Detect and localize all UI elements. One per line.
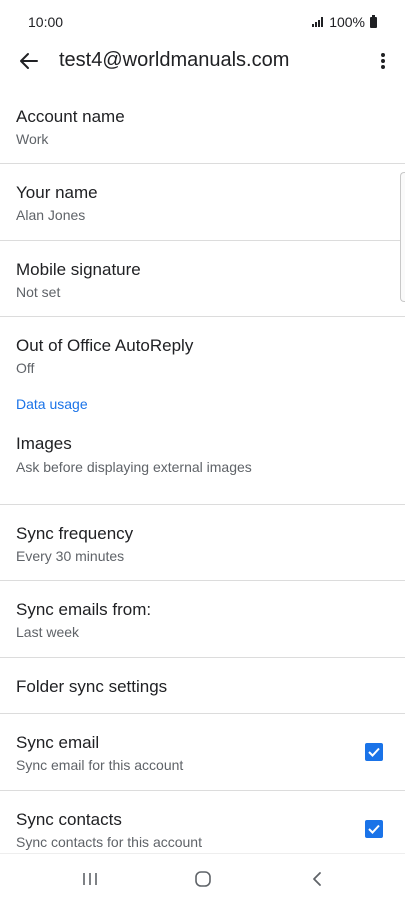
setting-label: Sync emails from: [16, 600, 152, 619]
settings-list: Account name Work Your name Alan Jones M… [0, 88, 405, 868]
setting-value: Not set [16, 284, 61, 300]
scrollbar[interactable] [400, 172, 405, 302]
recents-icon [83, 873, 97, 885]
system-nav-bar [0, 853, 405, 902]
setting-folder-sync[interactable]: Folder sync settings [0, 658, 405, 714]
setting-label: Sync email [16, 733, 100, 752]
setting-value: Work [16, 131, 49, 147]
setting-account-name[interactable]: Account name Work [0, 88, 405, 164]
status-time: 10:00 [28, 14, 64, 30]
check-icon [368, 747, 380, 757]
back-button[interactable] [14, 46, 44, 76]
setting-label: Out of Office AutoReply [16, 336, 194, 355]
setting-label: Your name [16, 183, 98, 202]
setting-sync-email[interactable]: Sync email Sync email for this account [0, 714, 405, 791]
setting-label: Folder sync settings [16, 677, 168, 696]
check-icon [368, 824, 380, 834]
setting-label: Sync contacts [16, 810, 122, 829]
sync-contacts-checkbox[interactable] [365, 820, 383, 838]
app-bar: test4@worldmanuals.com [0, 38, 405, 84]
back-arrow-icon [20, 53, 38, 69]
section-header-data-usage: Data usage [0, 394, 405, 427]
setting-label: Mobile signature [16, 260, 141, 279]
status-indicators: 100% [312, 14, 377, 30]
recents-button[interactable] [75, 866, 105, 892]
setting-value: Last week [16, 624, 80, 640]
setting-mobile-signature[interactable]: Mobile signature Not set [0, 241, 405, 317]
battery-icon [370, 14, 377, 28]
setting-label: Sync frequency [16, 524, 134, 543]
setting-value: Sync contacts for this account [16, 834, 202, 850]
home-button[interactable] [188, 866, 218, 892]
setting-sync-frequency[interactable]: Sync frequency Every 30 minutes [0, 505, 405, 581]
more-vert-icon [381, 53, 385, 69]
more-options-button[interactable] [373, 46, 393, 76]
setting-value: Off [16, 360, 35, 376]
setting-value: Alan Jones [16, 207, 86, 223]
battery-percent: 100% [329, 14, 365, 30]
setting-out-of-office[interactable]: Out of Office AutoReply Off [0, 317, 405, 394]
setting-value: Sync email for this account [16, 757, 184, 773]
home-icon [195, 871, 211, 887]
sync-email-checkbox[interactable] [365, 743, 383, 761]
setting-images[interactable]: Images Ask before displaying external im… [0, 427, 405, 505]
section-header-label: Data usage [16, 396, 88, 412]
setting-value: Every 30 minutes [16, 548, 125, 564]
signal-icon [312, 17, 324, 27]
page-title: test4@worldmanuals.com [59, 49, 290, 71]
setting-your-name[interactable]: Your name Alan Jones [0, 164, 405, 241]
nav-back-icon [313, 872, 321, 886]
setting-label: Account name [16, 107, 125, 126]
nav-back-button[interactable] [302, 866, 332, 892]
setting-sync-emails-from[interactable]: Sync emails from: Last week [0, 581, 405, 658]
setting-label: Images [16, 434, 72, 453]
setting-value: Ask before displaying external images [16, 459, 252, 475]
